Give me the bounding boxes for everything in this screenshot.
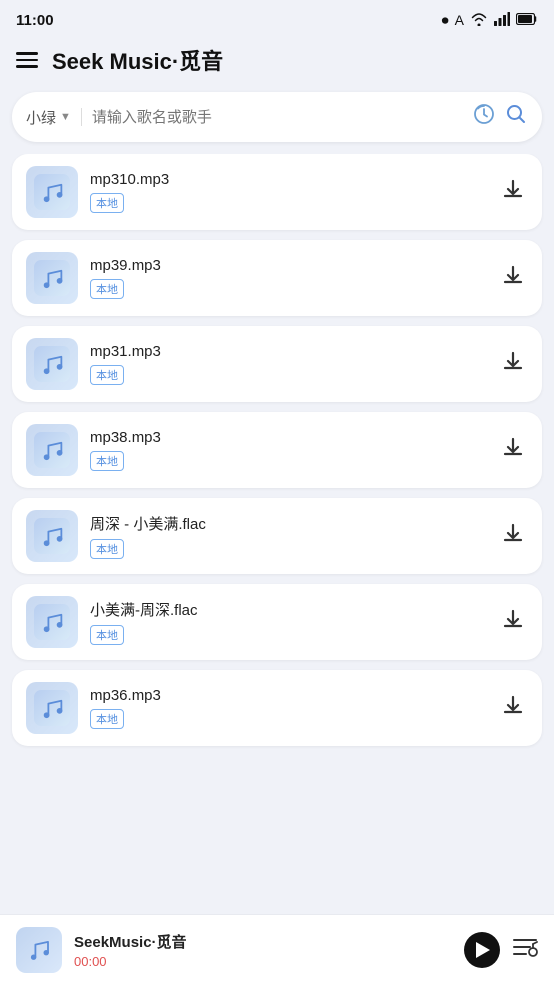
menu-button[interactable] bbox=[16, 52, 38, 68]
player-bar: SeekMusic·觅音 00:00 bbox=[0, 914, 554, 984]
signal-icon bbox=[494, 12, 510, 29]
music-badge-5: 本地 bbox=[90, 625, 124, 645]
music-title-3: mp38.mp3 bbox=[90, 429, 486, 446]
music-list-item[interactable]: mp31.mp3 本地 bbox=[12, 326, 542, 402]
music-info-6: mp36.mp3 本地 bbox=[90, 687, 486, 729]
music-list-item[interactable]: mp38.mp3 本地 bbox=[12, 412, 542, 488]
music-badge-4: 本地 bbox=[90, 539, 124, 559]
download-button-6[interactable] bbox=[498, 690, 528, 726]
download-button-4[interactable] bbox=[498, 518, 528, 554]
player-time: 00:00 bbox=[74, 954, 452, 969]
music-badge-1: 本地 bbox=[90, 279, 124, 299]
music-thumbnail-6 bbox=[26, 682, 78, 734]
music-thumbnail-1 bbox=[26, 252, 78, 304]
music-list-item[interactable]: mp36.mp3 本地 bbox=[12, 670, 542, 746]
music-thumbnail-3 bbox=[26, 424, 78, 476]
download-button-2[interactable] bbox=[498, 346, 528, 382]
status-time: 11:00 bbox=[16, 12, 54, 29]
music-title-6: mp36.mp3 bbox=[90, 687, 486, 704]
music-badge-3: 本地 bbox=[90, 451, 124, 471]
music-title-5: 小美满-周深.flac bbox=[90, 599, 486, 620]
music-info-1: mp39.mp3 本地 bbox=[90, 257, 486, 299]
music-title-1: mp39.mp3 bbox=[90, 257, 486, 274]
music-badge-6: 本地 bbox=[90, 709, 124, 729]
download-button-5[interactable] bbox=[498, 604, 528, 640]
music-list: mp310.mp3 本地 bbox=[0, 154, 554, 914]
player-thumbnail bbox=[16, 927, 62, 973]
music-thumbnail-2 bbox=[26, 338, 78, 390]
music-title-0: mp310.mp3 bbox=[90, 171, 486, 188]
record-icon: ⏺ bbox=[442, 12, 449, 29]
music-info-2: mp31.mp3 本地 bbox=[90, 343, 486, 385]
music-info-3: mp38.mp3 本地 bbox=[90, 429, 486, 471]
play-button[interactable] bbox=[464, 932, 500, 968]
music-thumbnail-0 bbox=[26, 166, 78, 218]
music-info-5: 小美满-周深.flac 本地 bbox=[90, 599, 486, 645]
playlist-button[interactable] bbox=[512, 936, 538, 964]
music-list-item[interactable]: mp39.mp3 本地 bbox=[12, 240, 542, 316]
search-icon[interactable] bbox=[504, 102, 528, 132]
music-thumbnail-4 bbox=[26, 510, 78, 562]
music-badge-0: 本地 bbox=[90, 193, 124, 213]
battery-icon bbox=[516, 12, 538, 28]
user-selector[interactable]: 小绿 ▼ bbox=[26, 107, 71, 128]
sim-icon: A bbox=[455, 12, 464, 28]
app-bar: Seek Music·觅音 bbox=[0, 36, 554, 88]
music-list-item[interactable]: 周深 - 小美满.flac 本地 bbox=[12, 498, 542, 574]
download-button-0[interactable] bbox=[498, 174, 528, 210]
search-input[interactable] bbox=[92, 109, 464, 126]
wifi-icon bbox=[470, 12, 488, 29]
search-divider bbox=[81, 108, 82, 126]
music-info-0: mp310.mp3 本地 bbox=[90, 171, 486, 213]
app-title: Seek Music·觅音 bbox=[52, 44, 223, 76]
player-controls bbox=[464, 932, 538, 968]
status-bar: 11:00 ⏺ A bbox=[0, 0, 554, 36]
search-bar: 小绿 ▼ bbox=[12, 92, 542, 142]
music-list-item[interactable]: mp310.mp3 本地 bbox=[12, 154, 542, 230]
music-info-4: 周深 - 小美满.flac 本地 bbox=[90, 513, 486, 559]
download-button-3[interactable] bbox=[498, 432, 528, 468]
play-icon bbox=[476, 942, 490, 958]
history-icon[interactable] bbox=[472, 102, 496, 132]
music-list-item[interactable]: 小美满-周深.flac 本地 bbox=[12, 584, 542, 660]
music-badge-2: 本地 bbox=[90, 365, 124, 385]
music-title-2: mp31.mp3 bbox=[90, 343, 486, 360]
player-info: SeekMusic·觅音 00:00 bbox=[74, 931, 452, 969]
music-title-4: 周深 - 小美满.flac bbox=[90, 513, 486, 534]
music-thumbnail-5 bbox=[26, 596, 78, 648]
user-label: 小绿 bbox=[26, 107, 56, 128]
chevron-down-icon: ▼ bbox=[60, 111, 71, 123]
download-button-1[interactable] bbox=[498, 260, 528, 296]
status-icons: ⏺ A bbox=[442, 12, 538, 29]
player-title: SeekMusic·觅音 bbox=[74, 931, 452, 952]
